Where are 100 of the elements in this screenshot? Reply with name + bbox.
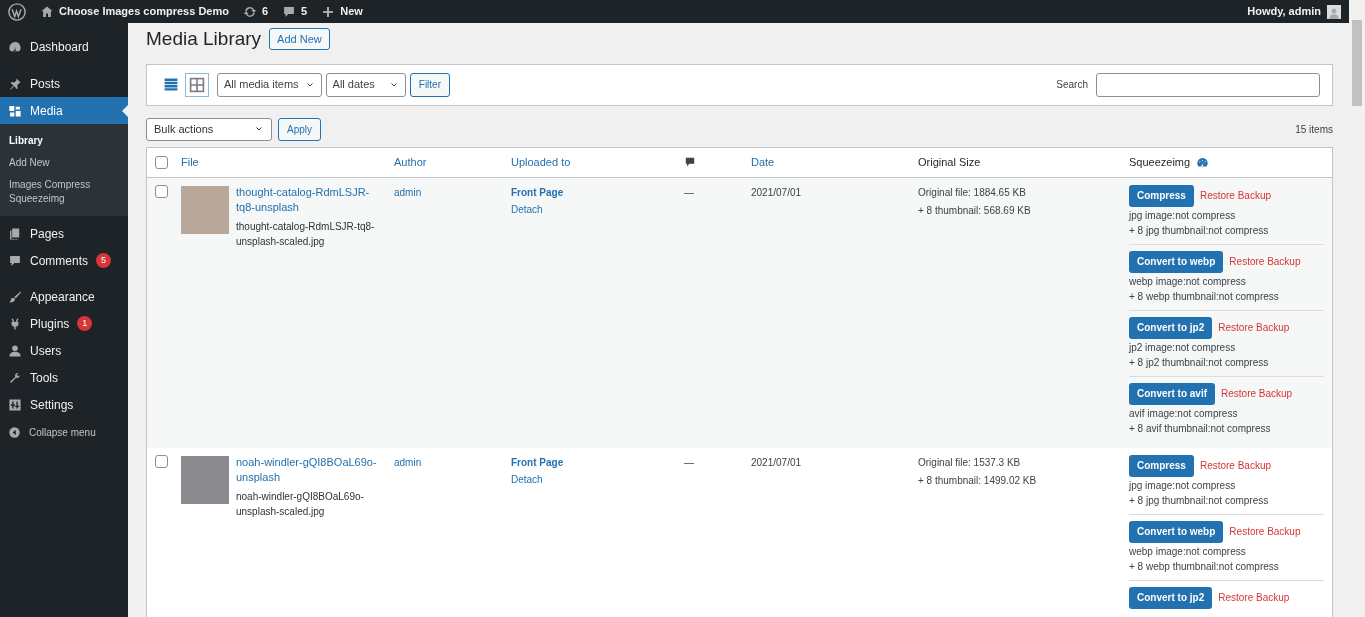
status-text: jp2 image:not compress <box>1129 340 1237 355</box>
restore-backup-link[interactable]: Restore Backup <box>1218 590 1290 605</box>
restore-backup-link[interactable]: Restore Backup <box>1199 188 1272 203</box>
grid-view-button[interactable] <box>185 72 209 97</box>
settings-icon <box>8 397 22 412</box>
status-text: + 8 jpg thumbnail:not compress <box>1129 493 1270 508</box>
size-text: + 8 thumbnail: 568.69 KB <box>918 203 1032 218</box>
row-checkbox[interactable] <box>155 184 168 198</box>
convert-button[interactable]: Convert to avif <box>1129 382 1215 405</box>
photo-placeholder <box>181 455 229 504</box>
row-checkbox[interactable] <box>155 454 168 468</box>
status-text: webp image:not compress <box>1129 274 1247 289</box>
file-title-link[interactable]: noah-windler-gQI8BOaL69o-unsplash <box>236 454 378 485</box>
sidebar-item[interactable]: Tools <box>0 364 128 391</box>
apply-button[interactable]: Apply <box>278 117 321 141</box>
sidebar-item[interactable]: Dashboard <box>0 33 128 60</box>
parent-post-link[interactable]: Front Page <box>511 454 564 470</box>
item-count: 15 items <box>1295 122 1333 137</box>
search-field[interactable] <box>1096 72 1320 97</box>
file-title-link[interactable]: thought-catalog-RdmLSJR-tq8-unsplash <box>236 184 378 215</box>
restore-backup-link[interactable]: Restore Backup <box>1229 254 1301 269</box>
size-text: Original file: 1884.65 KB <box>918 185 1027 200</box>
list-icon <box>163 76 179 93</box>
dashboard-icon <box>8 39 22 54</box>
status-text: jpg image:not compress <box>1129 208 1237 223</box>
filter-button[interactable]: Filter <box>409 72 450 97</box>
media-icon <box>8 103 22 118</box>
convert-button[interactable]: Compress <box>1129 454 1194 477</box>
restore-backup-link[interactable]: Restore Backup <box>1199 458 1272 473</box>
updates-count[interactable]: 6 <box>261 3 269 20</box>
sidebar-item[interactable]: Settings <box>0 391 128 418</box>
parent-post-link[interactable]: Front Page <box>511 184 564 200</box>
date-text: 2021/07/01 <box>751 456 802 468</box>
comment-count: — <box>684 186 694 198</box>
detach-link[interactable]: Detach <box>511 201 543 217</box>
collapse-icon <box>8 425 21 439</box>
sidebar-item[interactable]: Appearance <box>0 283 128 310</box>
new-content-link[interactable]: New <box>340 3 363 20</box>
column-header-link[interactable]: Author <box>394 153 427 171</box>
convert-button[interactable]: Convert to jp2 <box>1129 586 1213 609</box>
status-text: + 8 webp thumbnail:not compress <box>1129 289 1280 304</box>
restore-backup-link[interactable]: Restore Backup <box>1218 320 1290 335</box>
notification-count: 1 <box>77 316 93 331</box>
notification-count: 5 <box>96 253 111 268</box>
home-icon[interactable] <box>40 4 54 19</box>
convert-button[interactable]: Compress <box>1129 184 1194 207</box>
updates-icon[interactable] <box>242 4 257 19</box>
select-all-checkbox[interactable] <box>155 155 168 169</box>
sidebar-item[interactable]: Media <box>0 97 128 124</box>
submenu-item[interactable]: Library <box>0 130 128 152</box>
restore-backup-link[interactable]: Restore Backup <box>1221 386 1293 401</box>
search-label: Search <box>1056 78 1088 92</box>
status-text: + 8 avif thumbnail:not compress <box>1129 421 1272 436</box>
grid-icon <box>189 76 205 93</box>
status-text: jpg image:not compress <box>1129 478 1237 493</box>
file-name: thought-catalog-RdmLSJR-tq8-unsplash-scaled.jpg <box>236 219 376 249</box>
convert-button[interactable]: Convert to jp2 <box>1129 316 1213 339</box>
author-name-link[interactable]: admin <box>394 456 422 468</box>
comment-icon <box>8 253 22 268</box>
pages-icon <box>8 226 22 241</box>
detach-link[interactable]: Detach <box>511 471 543 487</box>
greeting-link[interactable]: Howdy, admin <box>1247 3 1321 20</box>
wrench-icon <box>8 370 22 385</box>
status-text: + 8 webp thumbnail:not compress <box>1129 559 1280 574</box>
column-header-link[interactable]: Date <box>751 153 775 171</box>
submenu-item[interactable]: Images Compress Squeezeimg <box>0 174 128 210</box>
sidebar-item[interactable]: Posts <box>0 70 128 97</box>
sidebar-item[interactable]: Plugins 1 <box>0 310 128 337</box>
add-new-button[interactable]: Add New <box>269 28 330 51</box>
column-header-link[interactable]: Uploaded to <box>511 153 571 171</box>
comments-count[interactable]: 5 <box>301 3 308 20</box>
photo-placeholder <box>181 185 229 234</box>
comment-icon[interactable] <box>282 4 297 19</box>
status-text: + 8 jp2 thumbnail:not compress <box>1129 355 1270 370</box>
sidebar-item[interactable]: Users <box>0 337 128 364</box>
site-name-link[interactable]: Choose Images compress Demo <box>59 3 229 20</box>
bulk-actions-select[interactable]: Bulk actions <box>146 117 272 141</box>
author-name-link[interactable]: admin <box>394 186 422 198</box>
sidebar-item[interactable]: Pages <box>0 220 128 247</box>
column-header-link[interactable]: File <box>181 153 199 171</box>
convert-button[interactable]: Convert to webp <box>1129 520 1224 543</box>
size-text: Original file: 1537.3 KB <box>918 455 1022 470</box>
avatar-icon[interactable] <box>1327 4 1341 19</box>
submenu-item[interactable]: Add New <box>0 152 128 174</box>
plus-icon[interactable] <box>321 4 336 19</box>
convert-button[interactable]: Convert to webp <box>1129 250 1224 273</box>
date-text: 2021/07/01 <box>751 186 802 198</box>
status-text: avif image:not compress <box>1129 406 1239 421</box>
date-select[interactable]: All dates <box>325 72 406 97</box>
media-type-select[interactable]: All media items <box>217 72 322 97</box>
pin-icon <box>8 76 22 91</box>
file-name: noah-windler-gQI8BOaL69o-unsplash-scaled.jpg <box>236 489 365 519</box>
size-text: + 8 thumbnail: 1499.02 KB <box>918 473 1038 488</box>
wordpress-logo-icon[interactable] <box>8 2 26 21</box>
page-title: Media Library <box>146 27 262 51</box>
status-text: webp image:not compress <box>1129 544 1247 559</box>
restore-backup-link[interactable]: Restore Backup <box>1229 524 1301 539</box>
collapse-menu-button[interactable]: Collapse menu <box>0 418 128 446</box>
sidebar-item[interactable]: Comments 5 <box>0 247 128 274</box>
brush-icon <box>8 289 22 304</box>
